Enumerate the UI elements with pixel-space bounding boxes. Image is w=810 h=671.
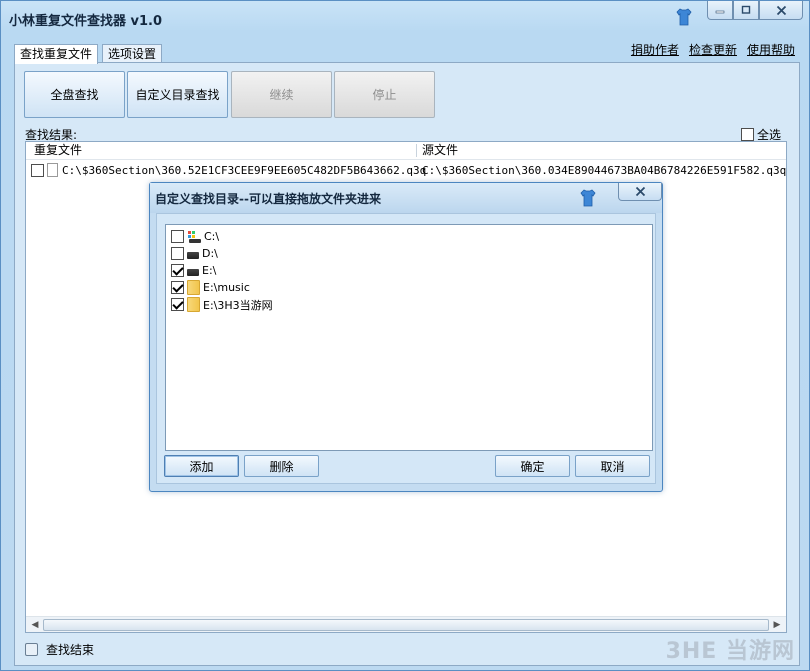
title-bar: 小林重复文件查找器 v1.0 [1, 1, 809, 35]
ok-button[interactable]: 确定 [495, 455, 570, 477]
tree-item-e[interactable]: E:\ [171, 262, 216, 279]
item-label: E:\3H3当游网 [203, 298, 273, 312]
column-separator[interactable] [416, 144, 417, 157]
skin-shirt-icon[interactable] [676, 8, 692, 26]
main-window: 小林重复文件查找器 v1.0 查找重复文件 选项设置 捐助作者 检查更新 使用帮… [0, 0, 810, 671]
directory-tree: C:\ D:\ E:\ E:\music E:\3H3当游网 [165, 224, 653, 451]
drive-icon [187, 269, 199, 276]
skin-shirt-icon[interactable] [580, 189, 596, 207]
select-all-checkbox[interactable] [741, 128, 754, 141]
status-text: 查找结束 [46, 643, 95, 657]
continue-button[interactable]: 继续 [231, 71, 332, 118]
donate-link[interactable]: 捐助作者 [631, 41, 679, 58]
item-label: D:\ [202, 247, 218, 260]
tree-item-e-music[interactable]: E:\music [171, 279, 250, 296]
tab-options[interactable]: 选项设置 [102, 44, 163, 63]
maximize-icon [741, 5, 751, 14]
drive-icon [187, 252, 199, 259]
tab-find-duplicates[interactable]: 查找重复文件 [14, 44, 99, 64]
tree-item-e-3h3[interactable]: E:\3H3当游网 [171, 296, 273, 313]
item-label: E:\music [203, 281, 250, 294]
close-button[interactable] [759, 1, 803, 20]
cancel-button[interactable]: 取消 [575, 455, 650, 477]
item-label: E:\ [202, 264, 217, 277]
item-checkbox[interactable] [171, 230, 184, 243]
scroll-left-icon[interactable]: ◀ [27, 618, 43, 632]
system-drive-icon [188, 230, 201, 243]
column-header-duplicate[interactable]: 重复文件 [34, 142, 82, 159]
scroll-right-icon[interactable]: ▶ [769, 618, 785, 632]
top-links: 捐助作者 检查更新 使用帮助 [631, 41, 795, 58]
source-path: C:\$360Section\360.034E89044673BA04B6784… [422, 164, 787, 177]
folder-icon [187, 297, 200, 312]
horizontal-scrollbar[interactable]: ◀ ▶ [26, 616, 786, 632]
dialog-title: 自定义查找目录--可以直接拖放文件夹进来 [155, 192, 381, 206]
item-label: C:\ [204, 230, 220, 243]
tree-item-c[interactable]: C:\ [171, 228, 219, 245]
table-row[interactable]: C:\$360Section\360.52E1CF3CEE9F9EE605C48… [26, 162, 786, 179]
tree-item-d[interactable]: D:\ [171, 245, 218, 262]
row-checkbox[interactable] [31, 164, 44, 177]
delete-button[interactable]: 删除 [244, 455, 319, 477]
add-button[interactable]: 添加 [164, 455, 239, 477]
dialog-body: C:\ D:\ E:\ E:\music E:\3H3当游网 添加 删除 确定 … [156, 213, 656, 484]
check-update-link[interactable]: 检查更新 [689, 41, 737, 58]
window-title: 小林重复文件查找器 v1.0 [9, 14, 163, 29]
close-icon [776, 5, 786, 15]
item-checkbox[interactable] [171, 298, 184, 311]
help-link[interactable]: 使用帮助 [747, 41, 795, 58]
minimize-button[interactable] [707, 1, 733, 20]
dialog-title-bar: 自定义查找目录--可以直接拖放文件夹进来 [150, 183, 662, 213]
close-icon [635, 186, 645, 197]
status-icon [25, 643, 38, 656]
custom-directory-dialog: 自定义查找目录--可以直接拖放文件夹进来 C:\ D:\ E:\ E:\musi… [149, 182, 663, 492]
window-controls [707, 1, 803, 20]
header-divider [26, 159, 786, 160]
duplicate-path: C:\$360Section\360.52E1CF3CEE9F9EE605C48… [62, 164, 427, 177]
custom-scan-button[interactable]: 自定义目录查找 [127, 71, 228, 118]
item-checkbox[interactable] [171, 281, 184, 294]
scroll-thumb[interactable] [43, 619, 769, 631]
item-checkbox[interactable] [171, 264, 184, 277]
maximize-button[interactable] [733, 1, 759, 20]
dialog-close-button[interactable] [618, 183, 662, 201]
item-checkbox[interactable] [171, 247, 184, 260]
status-bar: 查找结束 [25, 641, 94, 658]
full-scan-button[interactable]: 全盘查找 [24, 71, 125, 118]
minimize-icon [715, 10, 725, 14]
column-header-source[interactable]: 源文件 [422, 142, 458, 159]
folder-icon [187, 280, 200, 295]
file-icon [47, 163, 58, 177]
watermark: 3HE 当游网 [665, 639, 795, 664]
stop-button[interactable]: 停止 [334, 71, 435, 118]
